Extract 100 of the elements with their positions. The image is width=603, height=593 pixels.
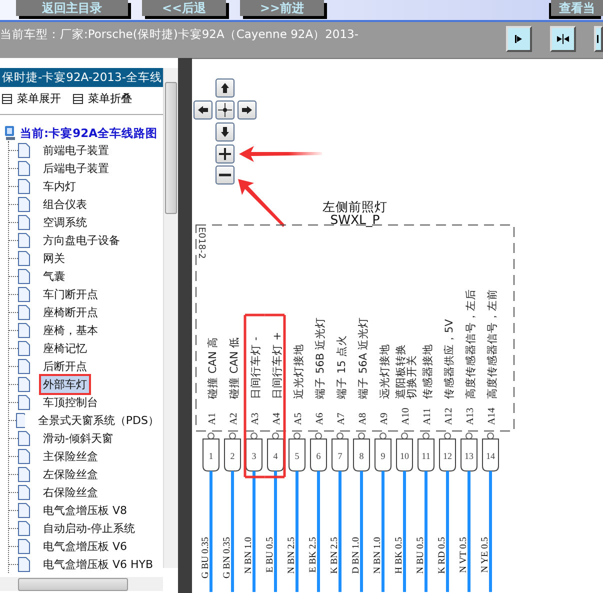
document-icon [18, 556, 30, 572]
pin-function: 近光灯接地 [293, 344, 305, 399]
wire-label: E BK 2.5 [308, 537, 318, 573]
tree-item[interactable]: 后断开点 [39, 356, 91, 376]
pin-label: A2 [228, 412, 240, 425]
tree-item[interactable]: 车门断开点 [39, 284, 102, 304]
pin-label: A9 [379, 412, 390, 425]
pin-label: A10 [400, 408, 412, 425]
document-icon [18, 250, 30, 266]
tree-item[interactable]: 滑动-倾斜天窗 [39, 428, 117, 448]
wire-label: N VT 0.5 [459, 537, 469, 573]
pin-function: 高度传感器信号，左前 [486, 289, 498, 399]
tree-item[interactable]: 左保险丝盒 [39, 464, 102, 484]
tree-item[interactable]: 全景式天窗系统（PDS） [34, 410, 163, 430]
pin-label: A1 [207, 412, 218, 425]
wire-label: K RD 0.5 [438, 537, 448, 574]
wire-label: H BK 0.5 [394, 537, 404, 574]
document-icon [18, 538, 30, 554]
tree-item[interactable]: 前端电子装置 [39, 140, 113, 160]
document-icon [18, 268, 30, 284]
document-icon [18, 214, 30, 230]
connector-terminal [332, 432, 348, 472]
tree-root-label[interactable]: 当前:卡宴92A全车线路图 [20, 126, 158, 140]
pin-function: 碰撞 CAN 低 [228, 336, 240, 399]
tree-item[interactable]: 后端电子装置 [39, 158, 113, 178]
tree-item[interactable]: 主保险丝盒 [39, 446, 102, 466]
tree-item[interactable]: 组合仪表 [39, 194, 91, 214]
connector-terminal [288, 432, 306, 472]
connector-terminal [374, 432, 392, 472]
wire-label: N YE 0.5 [480, 537, 490, 573]
collapse-panel-button[interactable] [594, 26, 603, 52]
zoom-out-button[interactable] [216, 166, 234, 184]
document-icon [18, 466, 30, 482]
vertical-scrollbar[interactable] [163, 68, 178, 568]
terminal-number: 12 [443, 451, 452, 461]
tree-item[interactable]: 网关 [39, 248, 69, 268]
document-icon [18, 394, 30, 410]
pin-label: A4 [272, 412, 282, 425]
tree-item[interactable]: 座椅，基本 [39, 320, 102, 340]
connector-terminal [246, 432, 262, 472]
pan-right-button[interactable] [238, 100, 256, 120]
tree-item[interactable]: 气囊 [39, 266, 69, 286]
pin-function: 日间行车灯 - [250, 336, 262, 399]
menu-toggle-button[interactable]: 菜单折叠 [73, 91, 132, 106]
tree-item[interactable]: 座椅记忆 [39, 338, 91, 358]
pin-label: A7 [336, 412, 347, 425]
tree-item[interactable]: 车内灯 [39, 176, 80, 196]
menu-icon [2, 94, 12, 104]
document-icon [16, 412, 25, 428]
connector-terminal [418, 432, 434, 472]
tree-item[interactable]: 自动启动-停止系统 [39, 518, 139, 538]
pin-function: 遮阳板转换 [395, 344, 407, 399]
pin-function: 端子 15 点火 [336, 334, 348, 399]
zoom-in-button[interactable] [216, 144, 234, 164]
document-icon [18, 484, 30, 500]
wire-label: N BN 1.0 [373, 537, 383, 574]
tree-item[interactable]: 外部车灯 [39, 374, 91, 394]
terminal-number: 7 [338, 451, 342, 461]
horizontal-scrollbar[interactable] [0, 577, 163, 591]
document-icon [18, 160, 30, 176]
document-icon [18, 286, 30, 302]
pin-label: A8 [358, 412, 368, 425]
terminal-number: 6 [316, 451, 321, 461]
document-icon [18, 340, 30, 356]
wire-label: K BN 2.5 [330, 537, 340, 574]
pan-up-button[interactable] [216, 78, 234, 98]
pin-label: A11 [422, 408, 433, 425]
pin-function: 碰撞 CAN 高 [207, 336, 219, 399]
document-icon [18, 322, 30, 338]
connector-terminal [482, 432, 499, 472]
pin-function: 日间行车灯 + [272, 332, 284, 399]
terminal-number: 9 [380, 451, 386, 461]
pin-function: 端子 56A 近光灯 [358, 316, 370, 399]
terminal-number: 8 [359, 451, 364, 461]
connector-terminal [224, 432, 241, 472]
connector-terminal [202, 432, 220, 472]
terminal-number: 11 [422, 451, 430, 461]
pan-down-button[interactable] [216, 122, 234, 142]
terminal-number: 1 [208, 451, 214, 461]
wire-label: N BN 2.5 [287, 537, 297, 574]
tree-item[interactable]: 电气盒增压板 V6 HYB [39, 554, 158, 573]
tree-item[interactable]: 车顶控制台 [39, 392, 102, 412]
split-arrows-icon [556, 34, 570, 44]
bar-icon [596, 34, 601, 44]
tree-item[interactable]: 电气盒增压板 V8 [39, 500, 132, 520]
pin-function: 切换开关 [406, 355, 418, 399]
document-icon [18, 448, 30, 464]
tree-item[interactable]: 空调系统 [39, 212, 91, 232]
center-button[interactable] [216, 100, 234, 120]
pin-label: A6 [314, 412, 326, 425]
tree-item[interactable]: 电气盒增压板 V6 [39, 536, 132, 556]
tree-item[interactable]: 方向盘电子设备 [39, 230, 124, 250]
menu-toggle-button[interactable]: 菜单展开 [2, 91, 61, 106]
terminal-number: 14 [486, 451, 495, 461]
pan-left-button[interactable] [194, 100, 212, 120]
expand-panel-button[interactable] [506, 26, 532, 52]
component-code: SWXL_P [330, 212, 380, 227]
tree-item[interactable]: 右保险丝盒 [39, 482, 102, 502]
split-panel-button[interactable] [550, 26, 576, 52]
tree-item[interactable]: 座椅断开点 [39, 302, 102, 322]
